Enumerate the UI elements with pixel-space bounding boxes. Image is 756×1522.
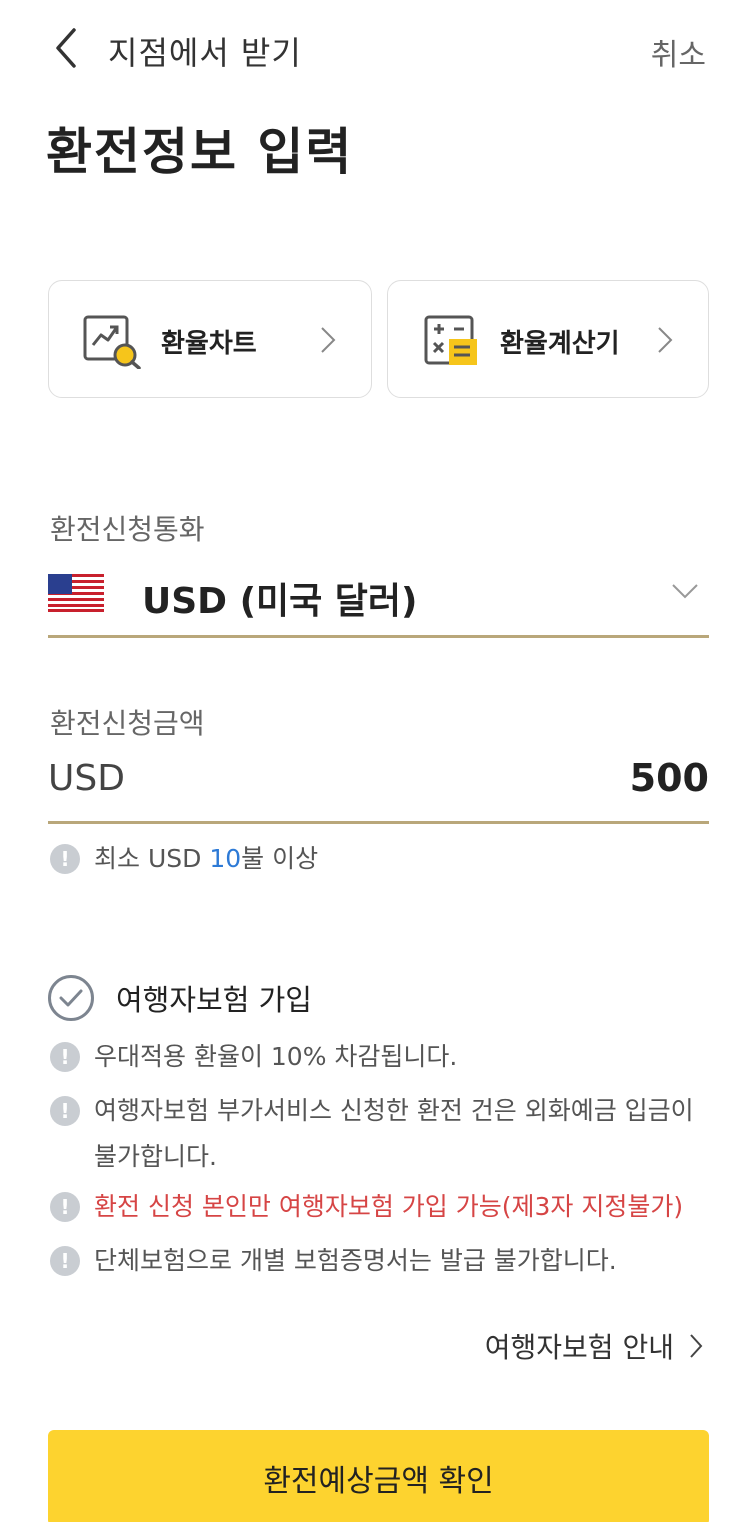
insurance-guide-link[interactable]: 여행자보험 안내 bbox=[485, 1326, 704, 1366]
page-title: 환전정보 입력 bbox=[46, 123, 354, 181]
us-flag-icon bbox=[48, 574, 104, 612]
notice-prefix: 최소 USD bbox=[94, 844, 210, 873]
chevron-right-icon bbox=[321, 327, 336, 353]
currency-value: USD (미국 달러) bbox=[142, 581, 418, 622]
insurance-note-text: 여행자보험 부가서비스 신청한 환전 건은 외화예금 입금이불가합니다. bbox=[94, 1088, 694, 1180]
currency-field-label: 환전신청통화 bbox=[50, 513, 205, 546]
chevron-right-icon bbox=[690, 1334, 703, 1358]
chart-magnifier-icon bbox=[83, 315, 141, 369]
insurance-label: 여행자보험 가입 bbox=[116, 983, 312, 1017]
chevron-down-icon bbox=[672, 584, 698, 599]
insurance-note-line: 불가합니다. bbox=[94, 1142, 217, 1171]
info-icon: ! bbox=[50, 1246, 80, 1276]
info-icon: ! bbox=[50, 1042, 80, 1072]
insurance-warning-text: 환전 신청 본인만 여행자보험 가입 가능(제3자 지정불가) bbox=[94, 1192, 684, 1221]
notice-suffix: 불 이상 bbox=[241, 844, 319, 873]
amount-value[interactable]: 500 bbox=[630, 756, 709, 800]
check-icon bbox=[48, 975, 94, 1021]
calculator-icon bbox=[424, 315, 477, 365]
cancel-button[interactable]: 취소 bbox=[651, 30, 706, 74]
exchange-calculator-button[interactable]: 환율계산기 bbox=[387, 280, 709, 398]
insurance-note: ! 우대적용 환율이 10% 차감됩니다. bbox=[50, 1034, 457, 1080]
insurance-note-line: 여행자보험 부가서비스 신청한 환전 건은 외화예금 입금이 bbox=[94, 1096, 694, 1125]
info-icon: ! bbox=[50, 1192, 80, 1222]
insurance-warning: ! 환전 신청 본인만 여행자보험 가입 가능(제3자 지정불가) bbox=[50, 1184, 683, 1230]
amount-currency: USD bbox=[48, 758, 125, 799]
insurance-note: ! 단체보험으로 개별 보험증명서는 발급 불가합니다. bbox=[50, 1238, 617, 1284]
confirm-estimate-button[interactable]: 환전예상금액 확인 bbox=[48, 1430, 709, 1522]
chevron-right-icon bbox=[658, 327, 673, 353]
exchange-rate-chart-button[interactable]: 환율차트 bbox=[48, 280, 372, 398]
currency-select[interactable]: USD (미국 달러) bbox=[48, 560, 709, 638]
travel-insurance-checkbox[interactable]: 여행자보험 가입 bbox=[48, 974, 312, 1022]
amount-field-label: 환전신청금액 bbox=[50, 707, 205, 740]
back-button[interactable] bbox=[46, 26, 86, 70]
min-amount-notice: ! 최소 USD 10불 이상 bbox=[50, 836, 318, 882]
insurance-note: ! 여행자보험 부가서비스 신청한 환전 건은 외화예금 입금이불가합니다. bbox=[50, 1088, 694, 1180]
insurance-note-text: 단체보험으로 개별 보험증명서는 발급 불가합니다. bbox=[94, 1246, 617, 1275]
header-title: 지점에서 받기 bbox=[108, 34, 302, 72]
amount-input[interactable]: USD 500 bbox=[48, 752, 709, 824]
notice-text: 최소 USD 10불 이상 bbox=[94, 836, 318, 882]
exchange-rate-chart-label: 환율차트 bbox=[161, 329, 257, 359]
top-bar: 지점에서 받기 취소 bbox=[0, 0, 756, 96]
insurance-guide-label: 여행자보험 안내 bbox=[484, 1331, 674, 1364]
notice-amount: 10 bbox=[209, 844, 242, 873]
insurance-note-text: 우대적용 환율이 10% 차감됩니다. bbox=[94, 1042, 458, 1071]
info-icon: ! bbox=[50, 1096, 80, 1126]
info-icon: ! bbox=[50, 844, 80, 874]
chevron-left-icon bbox=[56, 28, 76, 68]
exchange-calculator-label: 환율계산기 bbox=[500, 329, 620, 359]
